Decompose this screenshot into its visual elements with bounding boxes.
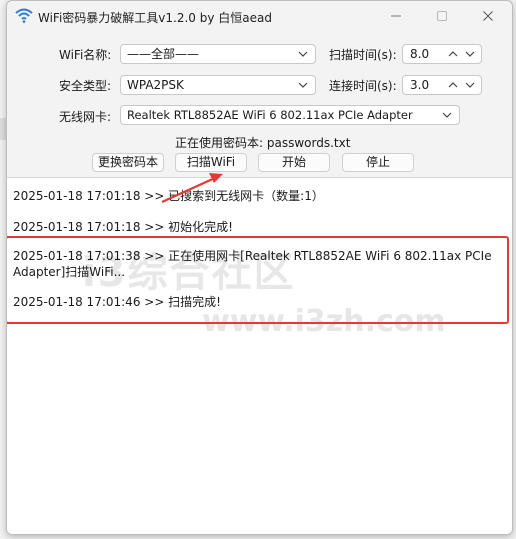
chevron-down-icon[interactable]	[464, 79, 476, 91]
chevron-down-icon	[298, 51, 308, 57]
minimize-button[interactable]	[373, 1, 419, 31]
chevron-up-icon[interactable]	[447, 48, 459, 60]
wifi-name-label: WiFi名称:	[59, 48, 112, 62]
chevron-down-icon	[298, 82, 308, 88]
close-button[interactable]	[465, 1, 511, 31]
stop-button[interactable]: 停止	[342, 153, 414, 172]
maximize-button[interactable]	[419, 1, 465, 31]
chevron-down-icon[interactable]	[464, 48, 476, 60]
minimize-icon	[391, 15, 401, 17]
close-icon	[483, 11, 493, 21]
security-type-value: WPA2PSK	[127, 78, 184, 92]
connect-time-label: 连接时间(s):	[329, 79, 397, 93]
annotation-arrow-icon	[161, 173, 223, 204]
log-line: 2025-01-18 17:01:18 >> 初始化完成!	[13, 220, 233, 234]
wifi-name-select[interactable]: ——全部——	[120, 44, 316, 64]
chevron-down-icon	[442, 112, 452, 118]
title-bar[interactable]: WiFi密码暴力破解工具v1.2.0 by 白恒aead	[7, 1, 512, 31]
app-window: WiFi密码暴力破解工具v1.2.0 by 白恒aead WiFi名称: ——全…	[6, 0, 513, 535]
maximize-icon	[437, 11, 447, 21]
log-output[interactable]: i3综合社区 www.i3zh.com 2025-01-18 17:01:18 …	[7, 177, 512, 534]
highlight-box	[7, 236, 509, 324]
adapter-label: 无线网卡:	[59, 110, 112, 124]
security-type-label: 安全类型:	[59, 79, 112, 93]
connect-time-value: 3.0	[410, 78, 430, 92]
adapter-select[interactable]: Realtek RTL8852AE WiFi 6 802.11ax PCIe A…	[120, 105, 460, 125]
security-type-select[interactable]: WPA2PSK	[120, 75, 316, 95]
scan-time-label: 扫描时间(s):	[329, 48, 397, 62]
start-button[interactable]: 开始	[258, 153, 330, 172]
scan-time-value: 8.0	[410, 47, 430, 61]
connect-time-spinbox[interactable]: 3.0	[402, 75, 482, 95]
window-title: WiFi密码暴力破解工具v1.2.0 by 白恒aead	[38, 11, 272, 25]
wifi-icon	[15, 8, 33, 23]
scan-time-spinbox[interactable]: 8.0	[402, 44, 482, 64]
wifi-name-value: ——全部——	[127, 47, 200, 61]
change-dictionary-button[interactable]: 更换密码本	[92, 153, 164, 172]
adapter-value: Realtek RTL8852AE WiFi 6 802.11ax PCIe A…	[127, 108, 413, 122]
chevron-up-icon[interactable]	[447, 79, 459, 91]
password-file-text: 正在使用密码本: passwords.txt	[175, 136, 351, 150]
